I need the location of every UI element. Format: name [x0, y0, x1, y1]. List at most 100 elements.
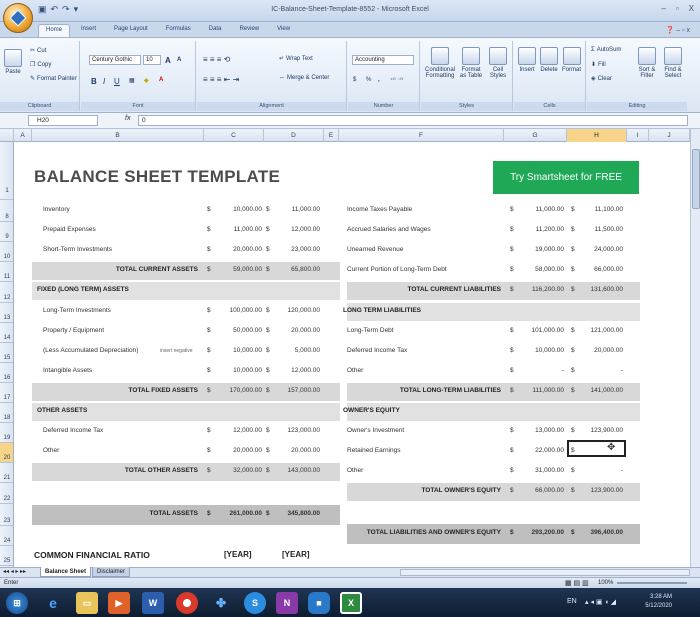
font-color-button[interactable]: A	[159, 77, 163, 83]
comma-button[interactable]: ,	[378, 77, 380, 83]
word-icon[interactable]: W	[142, 592, 164, 614]
value-cell-c[interactable]: 10,000.00	[233, 347, 262, 354]
format-painter-button[interactable]: ✎ Format Painter	[30, 75, 77, 83]
worksheet-grid[interactable]: BALANCE SHEET TEMPLATE Try Smartsheet fo…	[14, 142, 690, 567]
value-cell-g[interactable]: 101,000.00	[531, 327, 564, 334]
row-header[interactable]: 8	[0, 202, 13, 222]
row-header[interactable]: 24	[0, 526, 13, 546]
underline-button[interactable]: U	[114, 77, 120, 86]
name-box[interactable]: H20	[28, 115, 98, 126]
value-cell-g[interactable]: 111,000.00	[532, 387, 564, 394]
row-header[interactable]: 18	[0, 403, 13, 423]
value-cell-h[interactable]: 20,000.00	[594, 347, 623, 354]
autosum-button[interactable]: Σ AutoSum	[591, 47, 621, 53]
col-header-d[interactable]: D	[264, 129, 324, 142]
try-smartsheet-button[interactable]: Try Smartsheet for FREE	[493, 161, 639, 194]
value-cell-h[interactable]: 66,000.00	[594, 266, 623, 273]
value-cell-g[interactable]: 11,200.00	[536, 226, 564, 233]
total-liabilities-g[interactable]: 293,200.00	[531, 529, 564, 536]
language-indicator[interactable]: EN	[567, 598, 577, 605]
bold-button[interactable]: B	[91, 77, 97, 86]
decimal-buttons[interactable]: ⁺⁰ ⁻⁰	[390, 77, 403, 84]
close-button[interactable]: X	[689, 4, 694, 13]
value-cell-c[interactable]: 100,000.00	[229, 307, 262, 314]
value-cell-d[interactable]: 65,800.00	[291, 266, 320, 273]
value-cell-h[interactable]: 131,600.00	[590, 286, 623, 293]
value-cell-g[interactable]: 22,000.00	[535, 447, 564, 454]
row-header[interactable]: 23	[0, 504, 13, 526]
tab-formulas[interactable]: Formulas	[159, 24, 198, 37]
font-size-select[interactable]: 10	[143, 55, 161, 65]
paste-button[interactable]: Paste	[4, 49, 22, 75]
scroll-thumb[interactable]	[692, 149, 700, 209]
value-cell-c[interactable]: 170,000.00	[229, 387, 262, 394]
zoom-app-icon[interactable]: ■	[308, 592, 330, 614]
maximize-button[interactable]: ▫	[676, 4, 679, 13]
col-header-j[interactable]: J	[649, 129, 690, 142]
grow-font-button[interactable]: A	[165, 56, 171, 65]
value-cell-c[interactable]: 10,000.00	[233, 206, 262, 213]
delete-cells-button[interactable]: Delete	[540, 47, 558, 73]
row-header[interactable]: 19	[0, 423, 13, 443]
conditional-formatting-button[interactable]: Conditional Formatting	[425, 47, 455, 79]
value-cell-d[interactable]: 12,000.00	[291, 226, 320, 233]
row-header[interactable]: 10	[0, 242, 13, 262]
value-cell-g[interactable]: 13,000.00	[535, 427, 564, 434]
row-header[interactable]: 16	[0, 363, 13, 383]
row-header[interactable]: 15	[0, 343, 13, 363]
align-buttons[interactable]: ≡ ≡ ≡ ⟲	[203, 55, 230, 64]
shrink-font-button[interactable]: A	[177, 57, 181, 63]
value-cell-d[interactable]: 20,000.00	[291, 447, 320, 454]
font-name-select[interactable]: Century Gothic	[89, 55, 141, 65]
col-header-c[interactable]: C	[204, 129, 264, 142]
formula-input[interactable]: 0	[138, 115, 688, 126]
view-buttons-icon[interactable]: ▦ ▤ ▥	[565, 579, 589, 587]
value-cell-h[interactable]: 121,000.00	[590, 327, 623, 334]
office-button[interactable]	[3, 3, 33, 33]
row-header[interactable]: 14	[0, 323, 13, 343]
zoom-slider[interactable]	[617, 582, 687, 584]
horizontal-scrollbar[interactable]	[400, 569, 690, 576]
value-cell-c[interactable]: 10,000.00	[233, 367, 262, 374]
value-cell-c[interactable]: 59,000.00	[233, 266, 262, 273]
row-header[interactable]: 11	[0, 262, 13, 282]
value-cell-d[interactable]: 11,000.00	[292, 206, 320, 213]
insert-cells-button[interactable]: Insert	[518, 47, 536, 73]
settings-icon[interactable]: ✤	[210, 592, 232, 614]
value-cell-h[interactable]: 123,900.00	[590, 427, 623, 434]
row-header[interactable]: 21	[0, 463, 13, 483]
col-header-i[interactable]: I	[627, 129, 649, 142]
col-header-b[interactable]: B	[32, 129, 204, 142]
fill-button[interactable]: ⬇ Fill	[591, 61, 606, 69]
tab-review[interactable]: Review	[232, 24, 266, 37]
value-cell-d[interactable]: 143,000.00	[287, 467, 320, 474]
wrap-text-button[interactable]: ↵ Wrap Text	[279, 55, 313, 63]
row-header[interactable]: 25	[0, 546, 13, 566]
cell-styles-button[interactable]: Cell Styles	[486, 47, 510, 79]
tab-page-layout[interactable]: Page Layout	[107, 24, 155, 37]
value-cell-g[interactable]: 10,000.00	[535, 347, 564, 354]
value-cell-c[interactable]: 12,000.00	[233, 427, 262, 434]
file-explorer-icon[interactable]: ▭	[76, 592, 98, 614]
chrome-icon[interactable]	[176, 592, 198, 614]
value-cell-d[interactable]: 5,000.00	[295, 347, 320, 354]
tab-data[interactable]: Data	[202, 24, 229, 37]
value-cell-g[interactable]: 19,000.00	[535, 246, 564, 253]
minimize-button[interactable]: –	[661, 4, 665, 13]
start-button-icon[interactable]: ⊞	[6, 592, 28, 614]
value-cell-d[interactable]: 20,000.00	[291, 327, 320, 334]
row-header[interactable]: 22	[0, 483, 13, 504]
zoom-level[interactable]: 100%	[598, 580, 613, 586]
value-cell-h[interactable]: 24,000.00	[594, 246, 623, 253]
italic-button[interactable]: I	[103, 77, 105, 86]
row-header[interactable]: 13	[0, 303, 13, 323]
value-cell-g[interactable]: 66,000.00	[535, 487, 564, 494]
help-icon[interactable]: ❓ – ▫ x	[666, 26, 690, 34]
value-cell-h[interactable]: -	[621, 467, 623, 474]
value-cell-d[interactable]: 157,000.00	[287, 387, 320, 394]
col-header-f[interactable]: F	[339, 129, 504, 142]
number-format-select[interactable]: Accounting	[352, 55, 414, 65]
value-cell-h[interactable]: -	[621, 367, 623, 374]
value-cell-g[interactable]: 58,000.00	[535, 266, 564, 273]
media-player-icon[interactable]: ▶	[108, 592, 130, 614]
